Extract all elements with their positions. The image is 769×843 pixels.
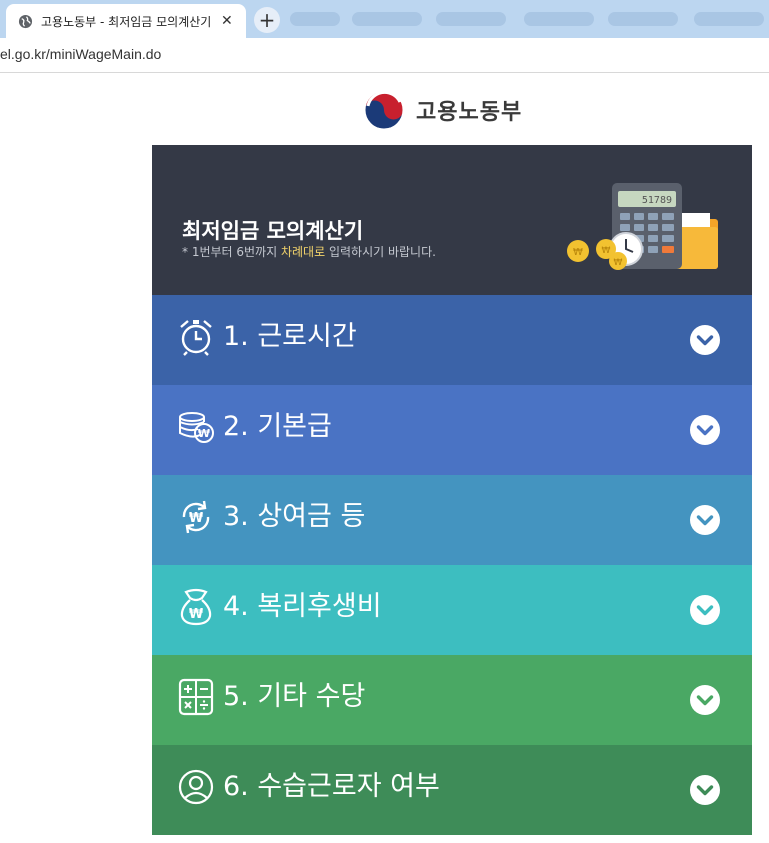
section-label: 1. 근로시간 bbox=[223, 321, 357, 352]
svg-text:₩: ₩ bbox=[614, 258, 623, 268]
chevron-down-icon[interactable] bbox=[690, 775, 720, 805]
calculator-title: 최저임금 모의계산기 bbox=[182, 219, 364, 243]
alarm-clock-icon bbox=[178, 318, 214, 356]
wage-calculator-panel: 최저임금 모의계산기 * 1번부터 6번까지 차례대로 입력하시기 바랍니다. … bbox=[152, 145, 752, 835]
calculator-icon bbox=[178, 678, 214, 716]
section-row-2[interactable]: ₩2. 기본급 bbox=[152, 385, 752, 475]
ministry-logo[interactable]: 고용노동부 bbox=[362, 88, 522, 132]
won-refresh-icon: ₩ bbox=[178, 498, 214, 536]
instructions-prefix: * 1번부터 6번까지 bbox=[182, 245, 281, 259]
background-tab[interactable] bbox=[524, 12, 594, 26]
calculator-illustration-icon: 51789 ₩ ₩ ₩ bbox=[567, 183, 718, 270]
chevron-down-icon[interactable] bbox=[690, 505, 720, 535]
svg-text:₩: ₩ bbox=[602, 246, 611, 256]
address-bar[interactable]: el.go.kr/miniWageMain.do bbox=[0, 38, 769, 73]
background-tab[interactable] bbox=[352, 12, 422, 26]
person-icon bbox=[178, 768, 214, 806]
section-row-4[interactable]: ₩4. 복리후생비 bbox=[152, 565, 752, 655]
coins-icon: ₩ bbox=[178, 408, 214, 446]
section-row-6[interactable]: 6. 수습근로자 여부 bbox=[152, 745, 752, 835]
svg-text:₩: ₩ bbox=[189, 607, 204, 622]
calculator-sections: 1. 근로시간 ₩2. 기본급 ₩3. 상여금 등 ₩4. 복리후생비 5. 기타 수당… bbox=[152, 295, 752, 835]
new-tab-button[interactable]: + bbox=[254, 7, 280, 33]
section-label: 3. 상여금 등 bbox=[223, 501, 366, 532]
calculator-display-text: 51789 bbox=[642, 195, 672, 206]
tab-close-icon[interactable]: ✕ bbox=[221, 13, 233, 29]
active-tab[interactable]: 고용노동부 - 최저임금 모의계산기 ✕ bbox=[6, 4, 246, 38]
taegeuk-emblem-icon bbox=[364, 90, 404, 130]
background-tab[interactable] bbox=[290, 12, 340, 26]
calculator-instructions: * 1번부터 6번까지 차례대로 입력하시기 바랍니다. bbox=[182, 243, 436, 260]
section-label: 5. 기타 수당 bbox=[223, 681, 366, 712]
svg-text:₩: ₩ bbox=[198, 427, 210, 440]
calculator-header: 최저임금 모의계산기 * 1번부터 6번까지 차례대로 입력하시기 바랍니다. … bbox=[152, 145, 752, 295]
chevron-down-icon[interactable] bbox=[690, 685, 720, 715]
url-text[interactable]: el.go.kr/miniWageMain.do bbox=[0, 46, 161, 62]
browser-tab-strip: 고용노동부 - 최저임금 모의계산기 ✕ + bbox=[0, 0, 769, 38]
background-tab[interactable] bbox=[608, 12, 678, 26]
section-row-5[interactable]: 5. 기타 수당 bbox=[152, 655, 752, 745]
tab-title: 고용노동부 - 최저임금 모의계산기 bbox=[41, 14, 212, 29]
section-row-3[interactable]: ₩3. 상여금 등 bbox=[152, 475, 752, 565]
section-label: 2. 기본급 bbox=[223, 411, 332, 442]
chevron-down-icon[interactable] bbox=[690, 415, 720, 445]
ministry-name: 고용노동부 bbox=[416, 100, 523, 125]
instructions-highlight: 차례대로 bbox=[280, 245, 326, 259]
section-label: 6. 수습근로자 여부 bbox=[223, 771, 440, 802]
section-label: 4. 복리후생비 bbox=[223, 591, 382, 622]
money-bag-icon: ₩ bbox=[178, 588, 214, 626]
section-row-1[interactable]: 1. 근로시간 bbox=[152, 295, 752, 385]
chevron-down-icon[interactable] bbox=[690, 595, 720, 625]
svg-text:₩: ₩ bbox=[573, 247, 583, 258]
globe-icon bbox=[18, 14, 33, 28]
background-tab[interactable] bbox=[694, 12, 764, 26]
svg-text:₩: ₩ bbox=[189, 511, 204, 526]
chevron-down-icon[interactable] bbox=[690, 325, 720, 355]
background-tab[interactable] bbox=[436, 12, 506, 26]
instructions-suffix: 입력하시기 바랍니다. bbox=[325, 245, 436, 259]
